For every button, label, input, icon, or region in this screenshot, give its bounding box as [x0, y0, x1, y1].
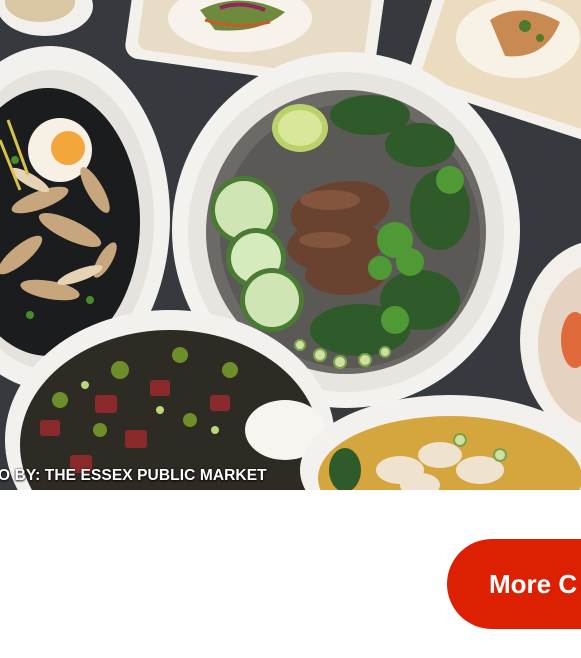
page: O BY: THE ESSEX PUBLIC MARKET More C: [0, 0, 581, 658]
food-photo-illustration: [0, 0, 581, 490]
photo-credit: O BY: THE ESSEX PUBLIC MARKET: [0, 467, 267, 484]
food-hero-image: O BY: THE ESSEX PUBLIC MARKET: [0, 0, 581, 490]
more-button[interactable]: More C: [447, 539, 581, 629]
